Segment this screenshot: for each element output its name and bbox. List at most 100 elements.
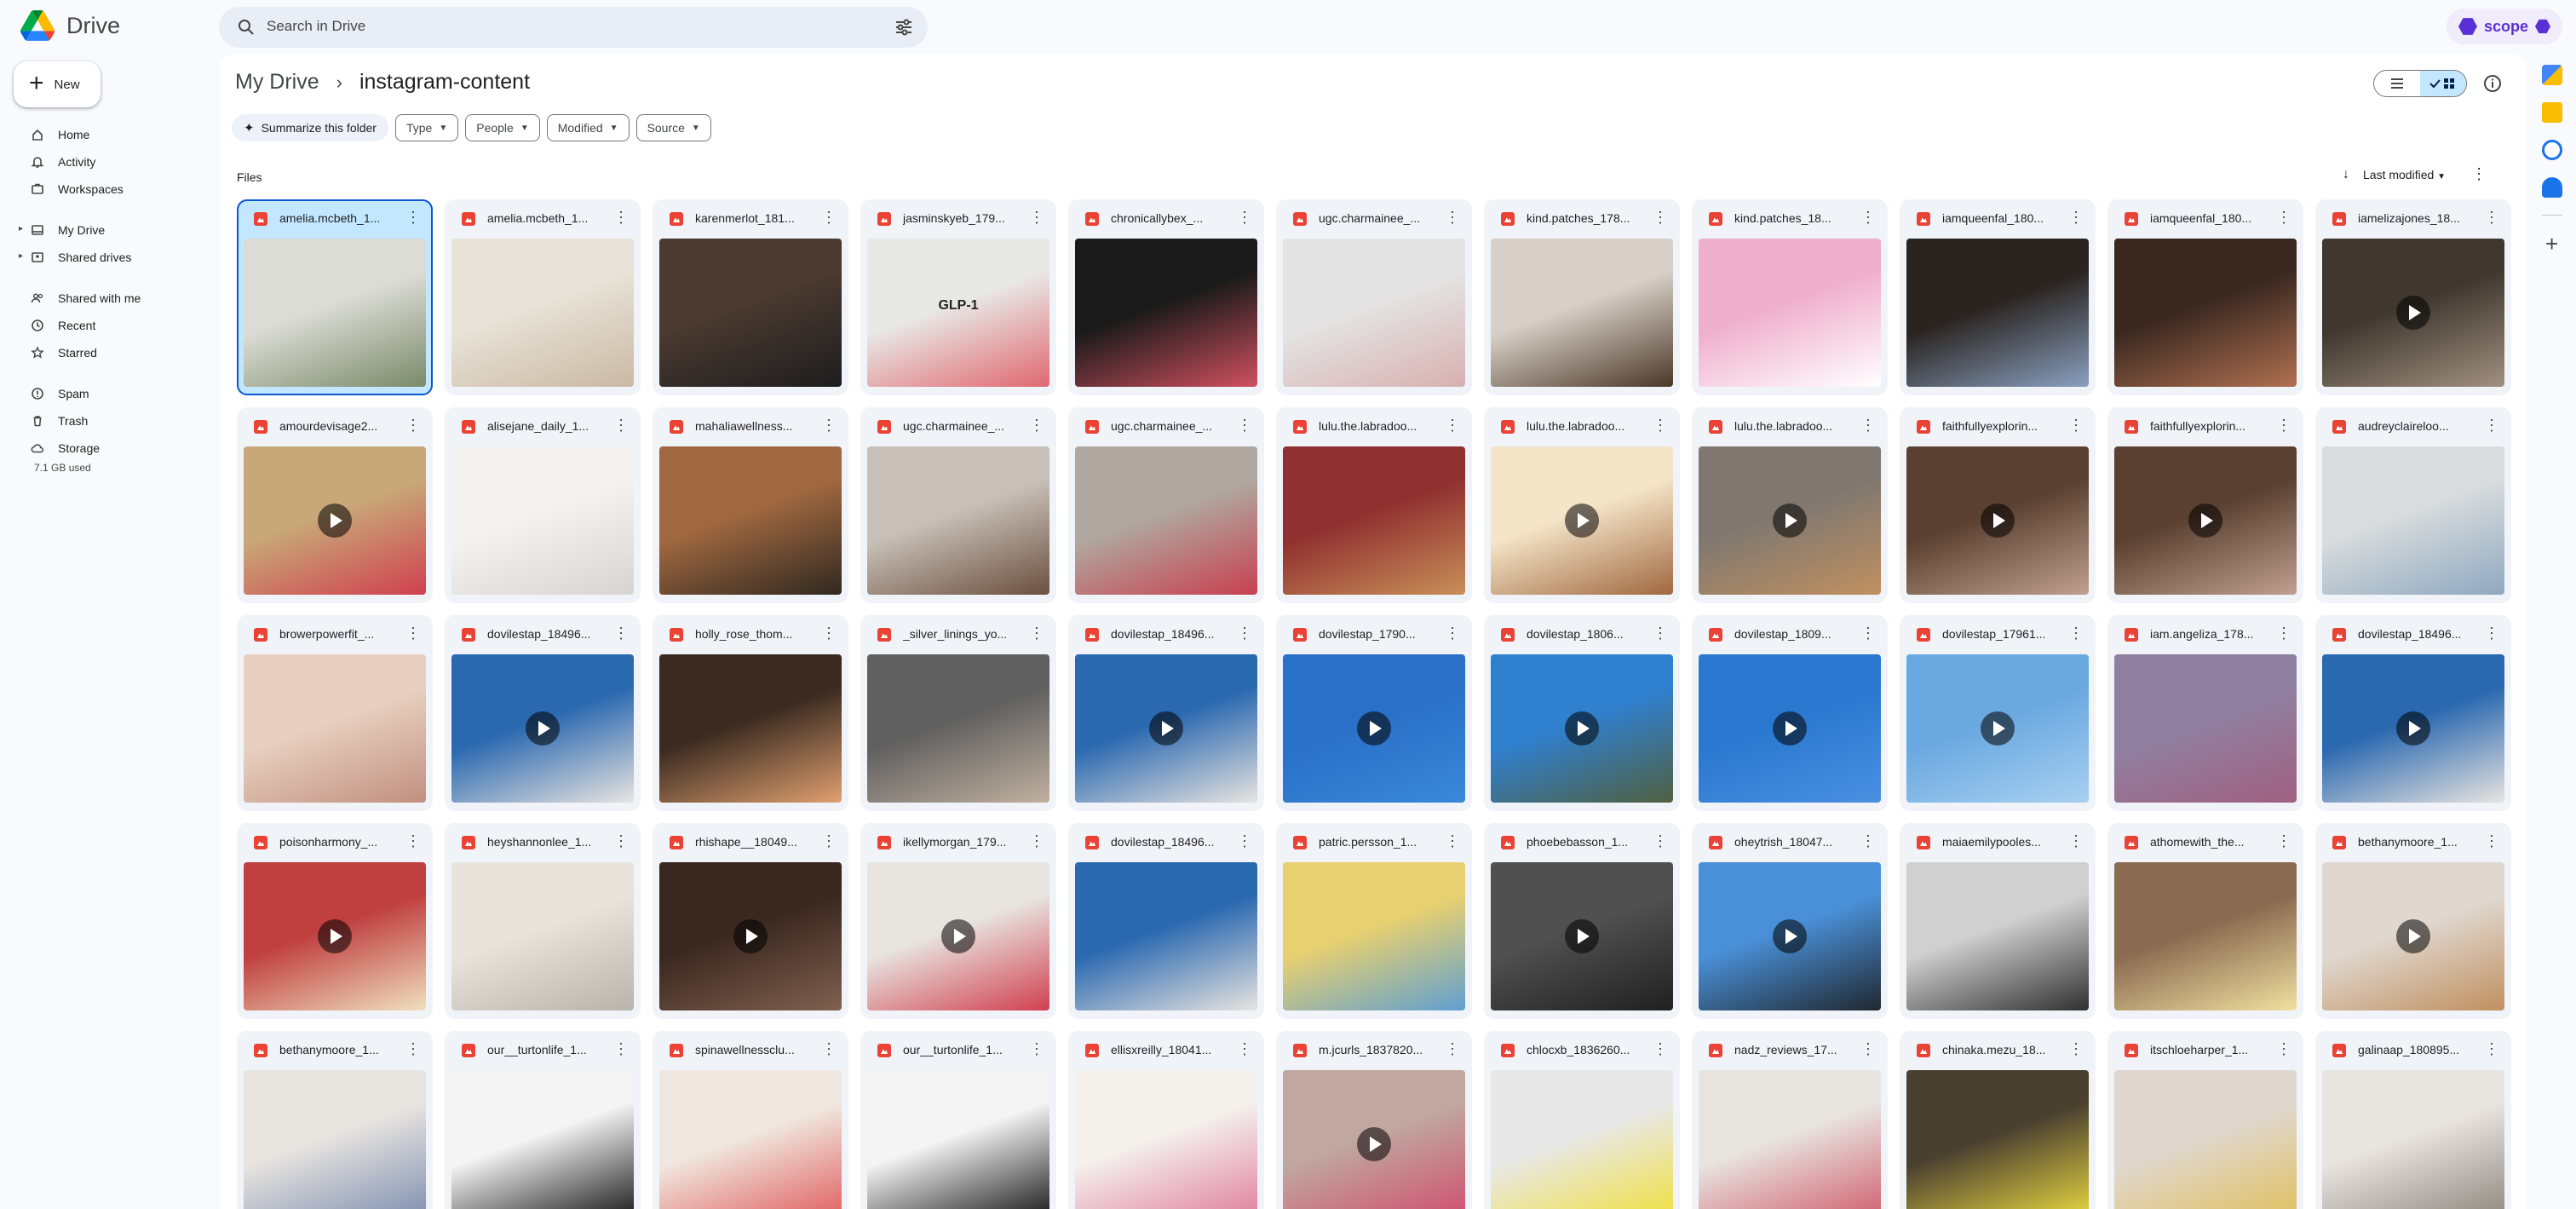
more-actions-icon[interactable]: ⋮ bbox=[1029, 1041, 1044, 1056]
file-card[interactable]: spinawellnessclu... ⋮ bbox=[653, 1031, 848, 1209]
more-actions-icon[interactable]: ⋮ bbox=[1237, 417, 1252, 433]
sidebar-item-shared-with-me[interactable]: Shared with me bbox=[0, 285, 204, 312]
file-card[interactable]: dovilestap_18496... ⋮ bbox=[1068, 823, 1264, 1019]
search-input[interactable]: Search in Drive bbox=[267, 18, 365, 35]
more-actions-icon[interactable]: ⋮ bbox=[1653, 417, 1668, 433]
file-thumbnail[interactable] bbox=[1283, 446, 1465, 595]
play-icon[interactable] bbox=[1773, 711, 1807, 746]
more-actions-icon[interactable]: ⋮ bbox=[2068, 833, 2084, 849]
file-thumbnail[interactable] bbox=[244, 862, 426, 1010]
more-actions-icon[interactable]: ⋮ bbox=[2484, 210, 2499, 225]
sidebar-item-activity[interactable]: Activity bbox=[0, 148, 204, 176]
more-actions-icon[interactable]: ⋮ bbox=[613, 210, 629, 225]
file-card[interactable]: mahaliawellness... ⋮ bbox=[653, 407, 848, 603]
file-thumbnail[interactable] bbox=[1075, 862, 1257, 1010]
more-actions-icon[interactable]: ⋮ bbox=[1029, 833, 1044, 849]
more-actions-icon[interactable]: ⋮ bbox=[1445, 1041, 1460, 1056]
file-card[interactable]: amelia.mcbeth_1... ⋮ bbox=[237, 199, 433, 395]
file-thumbnail[interactable]: GLP-1 bbox=[867, 239, 1049, 387]
file-thumbnail[interactable] bbox=[244, 1070, 426, 1209]
more-actions-icon[interactable]: ⋮ bbox=[1445, 625, 1460, 641]
more-actions-icon[interactable]: ⋮ bbox=[2068, 417, 2084, 433]
file-card[interactable]: dovilestap_1809... ⋮ bbox=[1692, 615, 1888, 811]
more-actions-icon[interactable]: ⋮ bbox=[2068, 625, 2084, 641]
file-thumbnail[interactable] bbox=[659, 239, 842, 387]
more-actions-icon[interactable]: ⋮ bbox=[1237, 210, 1252, 225]
file-card[interactable]: dovilestap_1790... ⋮ bbox=[1276, 615, 1472, 811]
more-actions-icon[interactable]: ⋮ bbox=[2068, 210, 2084, 225]
file-thumbnail[interactable] bbox=[1906, 1070, 2089, 1209]
more-actions-icon[interactable]: ⋮ bbox=[613, 833, 629, 849]
file-thumbnail[interactable] bbox=[244, 239, 426, 387]
file-card[interactable]: amourdevisage2... ⋮ bbox=[237, 407, 433, 603]
file-thumbnail[interactable] bbox=[2322, 446, 2504, 595]
file-card[interactable]: itschloeharper_1... ⋮ bbox=[2107, 1031, 2303, 1209]
file-thumbnail[interactable] bbox=[1491, 239, 1673, 387]
file-card[interactable]: iamqueenfal_180... ⋮ bbox=[2107, 199, 2303, 395]
tasks-icon[interactable] bbox=[2542, 140, 2562, 160]
more-actions-icon[interactable]: ⋮ bbox=[613, 625, 629, 641]
file-thumbnail[interactable] bbox=[659, 654, 842, 803]
expand-arrow-icon[interactable]: ▸ bbox=[19, 251, 23, 261]
file-thumbnail[interactable] bbox=[1491, 654, 1673, 803]
more-actions-icon[interactable]: ⋮ bbox=[821, 417, 837, 433]
more-actions-icon[interactable]: ⋮ bbox=[1653, 625, 1668, 641]
more-actions-icon[interactable]: ⋮ bbox=[1860, 1041, 1876, 1056]
file-card[interactable]: amelia.mcbeth_1... ⋮ bbox=[445, 199, 641, 395]
sidebar-item-my-drive[interactable]: ▸ My Drive bbox=[0, 216, 204, 244]
more-actions-icon[interactable]: ⋮ bbox=[2484, 417, 2499, 433]
play-icon[interactable] bbox=[2188, 504, 2222, 538]
more-actions-icon[interactable]: ⋮ bbox=[2276, 625, 2291, 641]
file-thumbnail[interactable] bbox=[1283, 239, 1465, 387]
sidebar-item-starred[interactable]: Starred bbox=[0, 339, 204, 366]
file-thumbnail[interactable] bbox=[1283, 1070, 1465, 1209]
more-actions-icon[interactable]: ⋮ bbox=[1860, 210, 1876, 225]
contacts-icon[interactable] bbox=[2542, 177, 2562, 198]
file-thumbnail[interactable] bbox=[1699, 654, 1881, 803]
file-card[interactable]: karenmerlot_181... ⋮ bbox=[653, 199, 848, 395]
play-icon[interactable] bbox=[2396, 919, 2430, 953]
file-thumbnail[interactable] bbox=[2114, 239, 2297, 387]
file-thumbnail[interactable] bbox=[1075, 239, 1257, 387]
file-thumbnail[interactable] bbox=[867, 654, 1049, 803]
play-icon[interactable] bbox=[1565, 919, 1599, 953]
file-card[interactable]: ugc.charmainee_... ⋮ bbox=[1276, 199, 1472, 395]
calendar-icon[interactable] bbox=[2542, 65, 2562, 85]
sidebar-item-storage[interactable]: Storage bbox=[0, 435, 204, 462]
file-card[interactable]: our__turtonlife_1... ⋮ bbox=[860, 1031, 1056, 1209]
file-card[interactable]: kind.patches_18... ⋮ bbox=[1692, 199, 1888, 395]
file-thumbnail[interactable] bbox=[2322, 239, 2504, 387]
filter-type[interactable]: Type ▼ bbox=[394, 114, 459, 141]
file-card[interactable]: our__turtonlife_1... ⋮ bbox=[445, 1031, 641, 1209]
play-icon[interactable] bbox=[2396, 296, 2430, 330]
file-card[interactable]: poisonharmony_... ⋮ bbox=[237, 823, 433, 1019]
file-thumbnail[interactable] bbox=[1283, 862, 1465, 1010]
file-card[interactable]: dovilestap_18496... ⋮ bbox=[2315, 615, 2511, 811]
filter-people[interactable]: People ▼ bbox=[465, 114, 540, 141]
file-thumbnail[interactable] bbox=[867, 446, 1049, 595]
file-thumbnail[interactable] bbox=[2114, 1070, 2297, 1209]
more-actions-icon[interactable]: ⋮ bbox=[1860, 417, 1876, 433]
more-actions-icon[interactable]: ⋮ bbox=[1237, 833, 1252, 849]
more-actions-icon[interactable]: ⋮ bbox=[821, 625, 837, 641]
file-card[interactable]: chronicallybex_... ⋮ bbox=[1068, 199, 1264, 395]
file-card[interactable]: m.jcurls_1837820... ⋮ bbox=[1276, 1031, 1472, 1209]
file-card[interactable]: audreyclaireloo... ⋮ bbox=[2315, 407, 2511, 603]
get-addons-icon[interactable]: + bbox=[2545, 233, 2566, 255]
sidebar-item-workspaces[interactable]: Workspaces bbox=[0, 176, 204, 203]
sort-dropdown[interactable]: Last modified ▼ bbox=[2363, 168, 2446, 181]
file-card[interactable]: maiaemilypooles... ⋮ bbox=[1900, 823, 2096, 1019]
file-card[interactable]: dovilestap_18496... ⋮ bbox=[445, 615, 641, 811]
file-card[interactable]: galinaap_180895... ⋮ bbox=[2315, 1031, 2511, 1209]
file-thumbnail[interactable] bbox=[244, 654, 426, 803]
play-icon[interactable] bbox=[733, 919, 768, 953]
file-card[interactable]: heyshannonlee_1... ⋮ bbox=[445, 823, 641, 1019]
search-bar[interactable]: Search in Drive bbox=[219, 7, 928, 48]
file-card[interactable]: iamqueenfal_180... ⋮ bbox=[1900, 199, 2096, 395]
file-card[interactable]: ikellymorgan_179... ⋮ bbox=[860, 823, 1056, 1019]
file-card[interactable]: jasminskyeb_179... ⋮ GLP-1 bbox=[860, 199, 1056, 395]
file-thumbnail[interactable] bbox=[2322, 654, 2504, 803]
file-thumbnail[interactable] bbox=[2114, 446, 2297, 595]
more-actions-icon[interactable]: ⋮ bbox=[2276, 833, 2291, 849]
file-thumbnail[interactable] bbox=[1699, 1070, 1881, 1209]
